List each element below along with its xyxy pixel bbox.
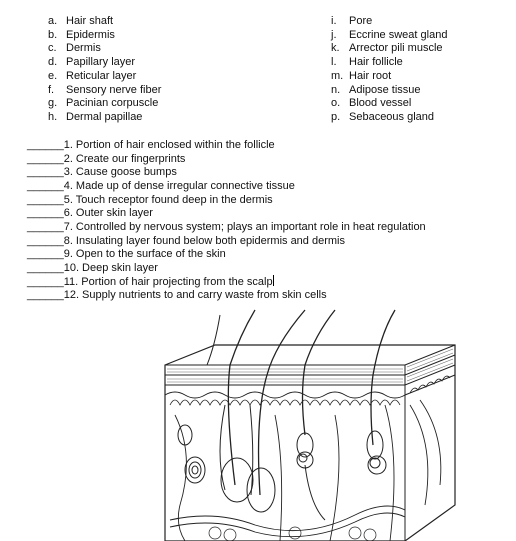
term-label: Epidermis [66, 28, 115, 41]
question-item[interactable]: ______11. Portion of hair projecting fro… [27, 274, 274, 289]
question-text: ______11. Portion of hair projecting fro… [27, 275, 273, 288]
question-item[interactable]: ______4. Made up of dense irregular conn… [27, 179, 295, 193]
question-item[interactable]: ______8. Insulating layer found below bo… [27, 234, 345, 248]
term-item: f. Sensory nerve fiber [48, 83, 161, 97]
term-item: a. Hair shaft [48, 14, 113, 28]
question-text: ______4. Made up of dense irregular conn… [27, 179, 295, 192]
term-letter: i. [331, 15, 337, 27]
question-text: ______5. Touch receptor found deep in th… [27, 193, 273, 206]
term-letter: p. [331, 110, 341, 123]
question-item[interactable]: ______6. Outer skin layer [27, 206, 153, 220]
term-item: c. Dermis [48, 41, 101, 55]
text-cursor [272, 274, 274, 286]
term-item: g. Pacinian corpuscle [48, 96, 158, 110]
question-text: ______12. Supply nutrients to and carry … [27, 289, 327, 302]
term-label: Hair root [349, 69, 392, 82]
term-label: Sensory nerve fiber [66, 83, 162, 96]
question-text: ______6. Outer skin layer [27, 207, 153, 220]
term-label: Reticular layer [66, 69, 137, 82]
term-item: o. Blood vessel [331, 96, 411, 110]
term-letter: o. [331, 97, 341, 110]
term-label: Pacinian corpuscle [66, 97, 159, 110]
question-item[interactable]: ______1. Portion of hair enclosed within… [27, 138, 275, 152]
term-item: h. Dermal papillae [48, 110, 142, 124]
term-letter: b. [48, 28, 58, 41]
term-item: d. Papillary layer [48, 55, 135, 69]
term-label: Pore [349, 15, 373, 27]
question-item[interactable]: ______12. Supply nutrients to and carry … [27, 288, 327, 302]
question-text: ______8. Insulating layer found below bo… [27, 234, 345, 247]
term-item: m. Hair root [331, 69, 391, 83]
term-item: e. Reticular layer [48, 69, 136, 83]
question-item[interactable]: ______2. Create our fingerprints [27, 152, 185, 166]
term-item: n. Adipose tissue [331, 83, 421, 97]
term-letter: n. [331, 83, 341, 96]
question-item[interactable]: ______3. Cause goose bumps [27, 165, 177, 179]
question-item[interactable]: ______9. Open to the surface of the skin [27, 247, 226, 261]
term-letter: m. [331, 69, 344, 82]
term-item: k. Arrector pili muscle [331, 41, 443, 55]
question-text: ______10. Deep skin layer [27, 261, 158, 274]
term-letter: l. [331, 56, 337, 69]
term-label: Hair shaft [66, 15, 114, 27]
question-text: ______1. Portion of hair enclosed within… [27, 139, 275, 151]
question-text: ______9. Open to the surface of the skin [27, 248, 226, 261]
term-item: p. Sebaceous gland [331, 110, 434, 124]
term-label: Dermal papillae [66, 110, 143, 123]
term-letter: c. [48, 42, 57, 55]
term-item: j. Eccrine sweat gland [331, 28, 447, 42]
skin-cross-section-diagram [164, 309, 456, 541]
term-label: Hair follicle [349, 56, 403, 69]
term-label: Arrector pili muscle [349, 42, 443, 55]
question-item[interactable]: ______10. Deep skin layer [27, 261, 158, 275]
term-letter: g. [48, 97, 58, 110]
question-text: ______7. Controlled by nervous system; p… [27, 220, 426, 233]
term-label: Dermis [66, 42, 101, 55]
term-item: b. Epidermis [48, 28, 115, 42]
term-letter: e. [48, 69, 58, 82]
question-item[interactable]: ______7. Controlled by nervous system; p… [27, 220, 426, 234]
term-label: Sebaceous gland [349, 110, 435, 123]
term-label: Adipose tissue [349, 83, 421, 96]
question-item[interactable]: ______5. Touch receptor found deep in th… [27, 193, 273, 207]
term-label: Eccrine sweat gland [349, 28, 448, 41]
term-item: i. Pore [331, 14, 372, 28]
term-item: l. Hair follicle [331, 55, 403, 69]
term-letter: k. [331, 42, 340, 55]
question-text: ______2. Create our fingerprints [27, 152, 186, 165]
term-letter: f. [48, 83, 55, 96]
question-text: ______3. Cause goose bumps [27, 166, 177, 179]
term-letter: a. [48, 15, 58, 27]
term-label: Blood vessel [349, 97, 412, 110]
worksheet-page: a. Hair shaft b. Epidermis c. Dermis d. Papilla… [0, 0, 516, 541]
term-letter: j. [331, 28, 337, 41]
term-label: Papillary layer [66, 56, 136, 69]
term-letter: d. [48, 56, 58, 69]
term-letter: h. [48, 110, 58, 123]
